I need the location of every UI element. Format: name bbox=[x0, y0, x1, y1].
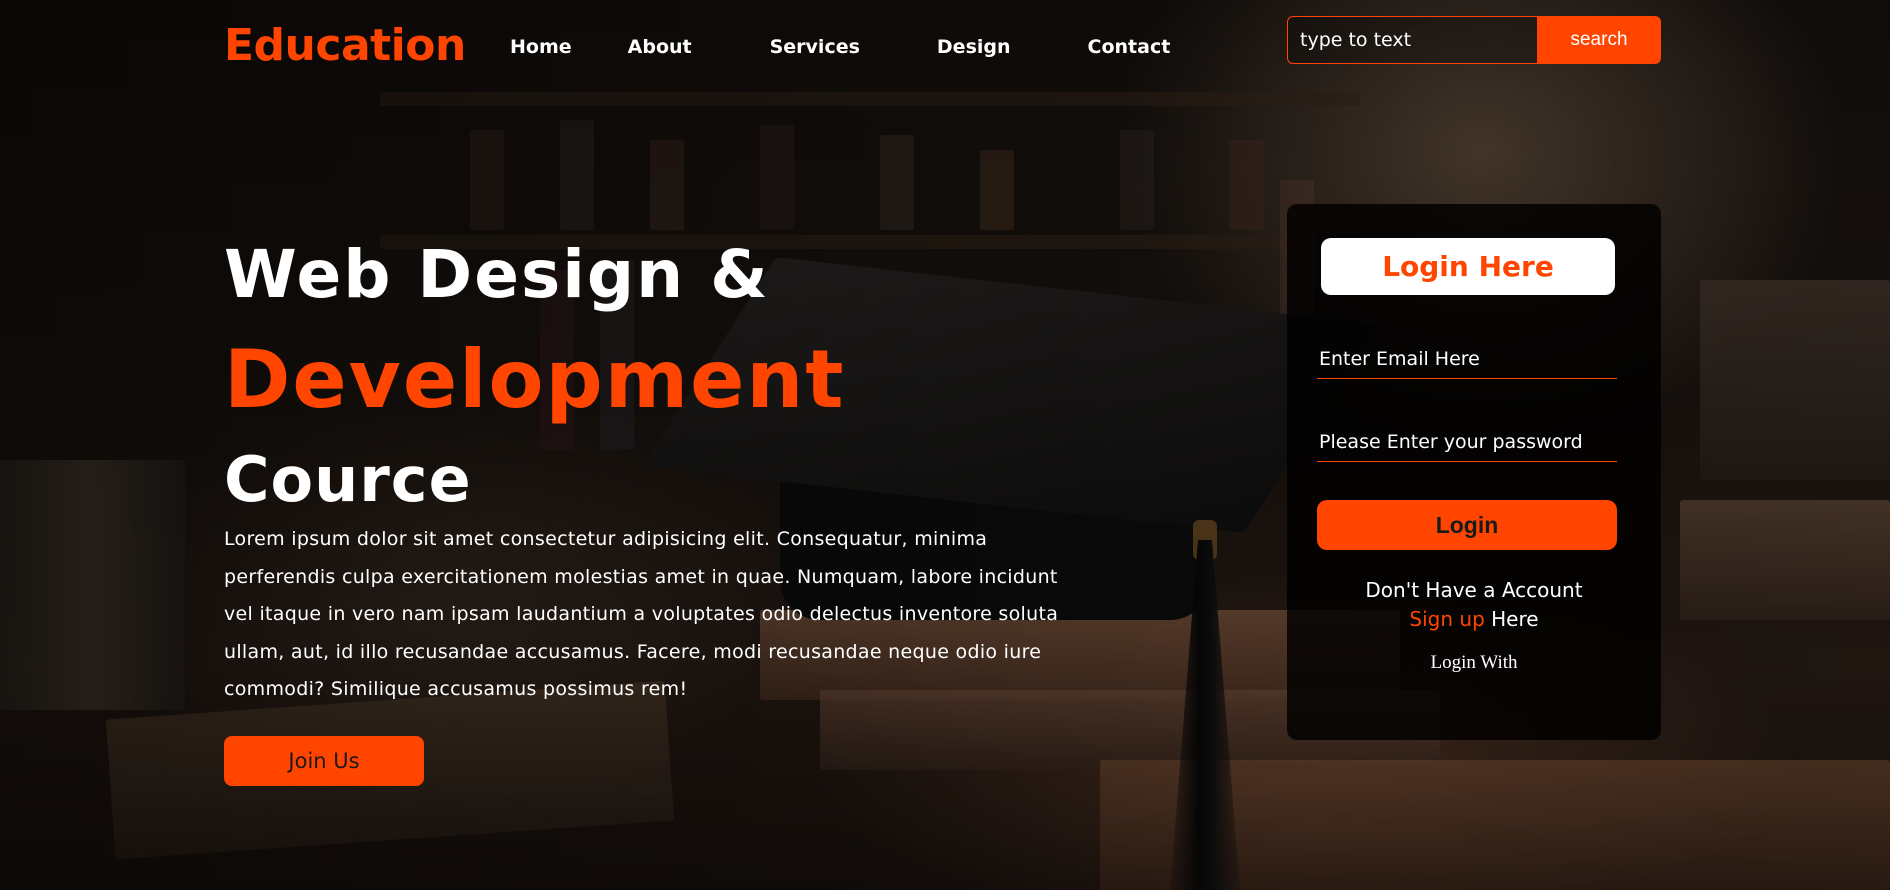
nav-item-about[interactable]: About bbox=[628, 32, 692, 62]
nav-item-contact[interactable]: Contact bbox=[1088, 32, 1171, 62]
login-card-title: Login Here bbox=[1321, 238, 1615, 295]
main-nav: Home About Services Design Contact bbox=[510, 32, 1226, 62]
nav-item-design[interactable]: Design bbox=[937, 32, 1011, 62]
signup-suffix: Here bbox=[1484, 607, 1539, 631]
hero-title-line-1: Web Design & bbox=[224, 236, 770, 313]
nav-item-home[interactable]: Home bbox=[510, 32, 572, 62]
site-logo[interactable]: Education bbox=[224, 18, 466, 74]
no-account-text: Don't Have a Account bbox=[1365, 578, 1583, 602]
nav-item-services[interactable]: Services bbox=[770, 32, 860, 62]
signup-link[interactable]: Sign up bbox=[1409, 607, 1484, 631]
search-button[interactable]: search bbox=[1537, 16, 1661, 64]
search-input[interactable] bbox=[1287, 16, 1537, 64]
hero-description: Lorem ipsum dolor sit amet consectetur a… bbox=[224, 528, 1059, 700]
password-field[interactable] bbox=[1317, 422, 1617, 462]
hero-title-highlight: Development bbox=[224, 333, 846, 426]
hero-title-line-3: Cource bbox=[224, 443, 472, 516]
login-button[interactable]: Login bbox=[1317, 500, 1617, 550]
join-us-button[interactable]: Join Us bbox=[224, 736, 424, 786]
search-bar: search bbox=[1287, 16, 1661, 64]
login-card: Login Here Login Don't Have a Account Si… bbox=[1287, 204, 1661, 740]
signup-line: Sign up Here bbox=[1287, 605, 1661, 634]
email-field[interactable] bbox=[1317, 339, 1617, 379]
login-with-text: Login With bbox=[1430, 652, 1518, 673]
